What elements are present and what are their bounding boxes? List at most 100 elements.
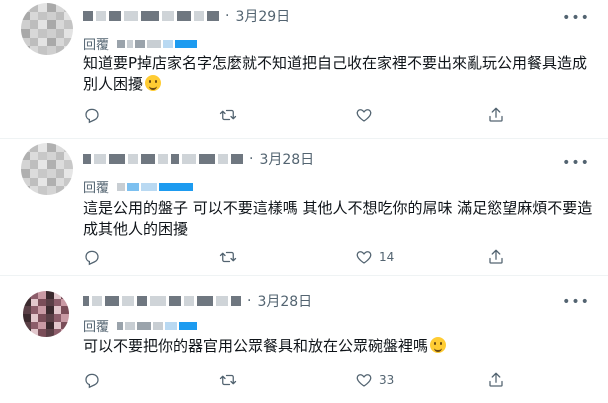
avatar-pixel xyxy=(38,177,47,187)
display-name-redacted[interactable] xyxy=(83,296,241,306)
avatar-pixel xyxy=(29,11,39,21)
avatar-pixel xyxy=(45,329,54,337)
avatar-pixel xyxy=(21,177,30,187)
avatar-pixel xyxy=(47,169,56,178)
avatar-pixel xyxy=(61,291,69,299)
avatar-pixel xyxy=(61,298,69,307)
retweet-button[interactable] xyxy=(219,371,243,389)
mention-redacted[interactable] xyxy=(117,39,198,48)
avatar-pixel xyxy=(29,151,39,161)
avatar-pixel xyxy=(45,321,54,330)
replying-to: 回覆 xyxy=(83,177,194,196)
action-bar: 14 xyxy=(83,245,503,269)
tweet-date[interactable]: 3月29日 xyxy=(235,6,290,26)
separator-dot: · xyxy=(249,151,254,167)
mention-redacted[interactable] xyxy=(117,182,194,191)
avatar-pixel xyxy=(47,29,56,38)
avatar[interactable] xyxy=(23,291,69,337)
share-button[interactable] xyxy=(487,248,505,266)
avatar-pixel xyxy=(21,143,30,152)
avatar-pixel xyxy=(38,321,46,330)
avatar[interactable] xyxy=(21,3,73,55)
avatar-pixel xyxy=(47,186,56,195)
like-icon xyxy=(356,374,372,387)
reply-button[interactable] xyxy=(83,371,107,389)
avatar-pixel xyxy=(38,29,47,38)
avatar-pixel xyxy=(64,186,73,195)
reply-prefix: 回覆 xyxy=(83,320,110,335)
avatar-pixel xyxy=(47,143,56,152)
avatar-pixel xyxy=(64,20,73,29)
avatar-pixel xyxy=(23,291,31,299)
avatar-pixel xyxy=(45,306,54,314)
avatar-pixel xyxy=(21,186,30,195)
retweet-icon xyxy=(219,251,237,263)
avatar-pixel xyxy=(30,329,39,337)
reply-icon xyxy=(85,373,99,389)
avatar-pixel xyxy=(38,329,46,337)
avatar-pixel xyxy=(29,186,39,195)
avatar-pixel xyxy=(29,46,39,55)
retweet-button[interactable] xyxy=(219,106,243,124)
display-name-redacted[interactable] xyxy=(83,11,219,21)
more-icon[interactable]: ••• xyxy=(562,292,589,312)
avatar-pixel xyxy=(55,169,65,178)
avatar-pixel xyxy=(21,160,30,169)
avatar-pixel xyxy=(38,169,47,178)
like-button[interactable]: 33 xyxy=(355,371,394,389)
avatar-pixel xyxy=(53,306,62,314)
avatar-pixel xyxy=(23,329,31,337)
tweet-date[interactable]: 3月28日 xyxy=(259,149,314,169)
like-button[interactable]: 14 xyxy=(355,248,394,266)
avatar-pixel xyxy=(30,321,39,330)
share-icon xyxy=(489,249,503,264)
avatar-pixel xyxy=(55,143,65,152)
avatar-pixel xyxy=(21,3,30,12)
avatar-pixel xyxy=(64,37,73,47)
like-button[interactable] xyxy=(355,106,379,124)
avatar-pixel xyxy=(38,186,47,195)
avatar-pixel xyxy=(53,291,62,299)
reply-button[interactable] xyxy=(83,106,107,124)
avatar-pixel xyxy=(23,313,31,322)
avatar-pixel xyxy=(64,46,73,55)
avatar-pixel xyxy=(38,143,47,152)
share-button[interactable] xyxy=(487,371,505,389)
avatar-pixel xyxy=(61,329,69,337)
retweet-button[interactable] xyxy=(219,248,243,266)
display-name-redacted[interactable] xyxy=(83,154,243,164)
avatar-pixel xyxy=(30,291,39,299)
avatar-pixel xyxy=(21,46,30,55)
reply-prefix: 回覆 xyxy=(83,38,110,53)
like-count: 14 xyxy=(379,250,395,264)
tweet[interactable]: · 3月28日 ••• 回覆 這是公用的盤子 可以不要這樣嗎 其他人不想吃你的屌… xyxy=(0,139,608,276)
avatar-pixel xyxy=(29,160,39,169)
avatar[interactable] xyxy=(21,143,73,195)
grinning-sweat-emoji xyxy=(145,75,162,91)
tweet-date[interactable]: 3月28日 xyxy=(257,291,312,311)
avatar-pixel xyxy=(29,29,39,38)
avatar-pixel xyxy=(38,160,47,169)
avatar-pixel xyxy=(61,306,69,314)
avatar-pixel xyxy=(21,151,30,161)
avatar-pixel xyxy=(53,329,62,337)
tweet[interactable]: · 3月28日 ••• 回覆 可以不要把你的器官用公眾餐具和放在公眾碗盤裡嗎 3… xyxy=(0,276,608,403)
avatar-pixel xyxy=(45,313,54,322)
avatar-pixel xyxy=(47,151,56,161)
avatar-pixel xyxy=(29,3,39,12)
avatar-mosaic xyxy=(21,143,73,195)
share-button[interactable] xyxy=(487,106,505,124)
avatar-pixel xyxy=(38,3,47,12)
more-icon[interactable]: ••• xyxy=(562,8,589,28)
tweet-header: · 3月28日 xyxy=(83,149,314,169)
mention-redacted[interactable] xyxy=(117,321,198,330)
reply-button[interactable] xyxy=(83,248,107,266)
more-icon[interactable]: ••• xyxy=(562,153,589,173)
avatar-pixel xyxy=(21,37,30,47)
action-bar xyxy=(83,103,503,127)
tweet[interactable]: · 3月29日 ••• 回覆 知道要P掉店家名字怎麼就不知道把自己收在家裡不要出… xyxy=(0,0,608,139)
avatar-pixel xyxy=(53,298,62,307)
avatar-pixel xyxy=(47,46,56,55)
avatar-pixel xyxy=(55,20,65,29)
avatar-pixel xyxy=(55,37,65,47)
